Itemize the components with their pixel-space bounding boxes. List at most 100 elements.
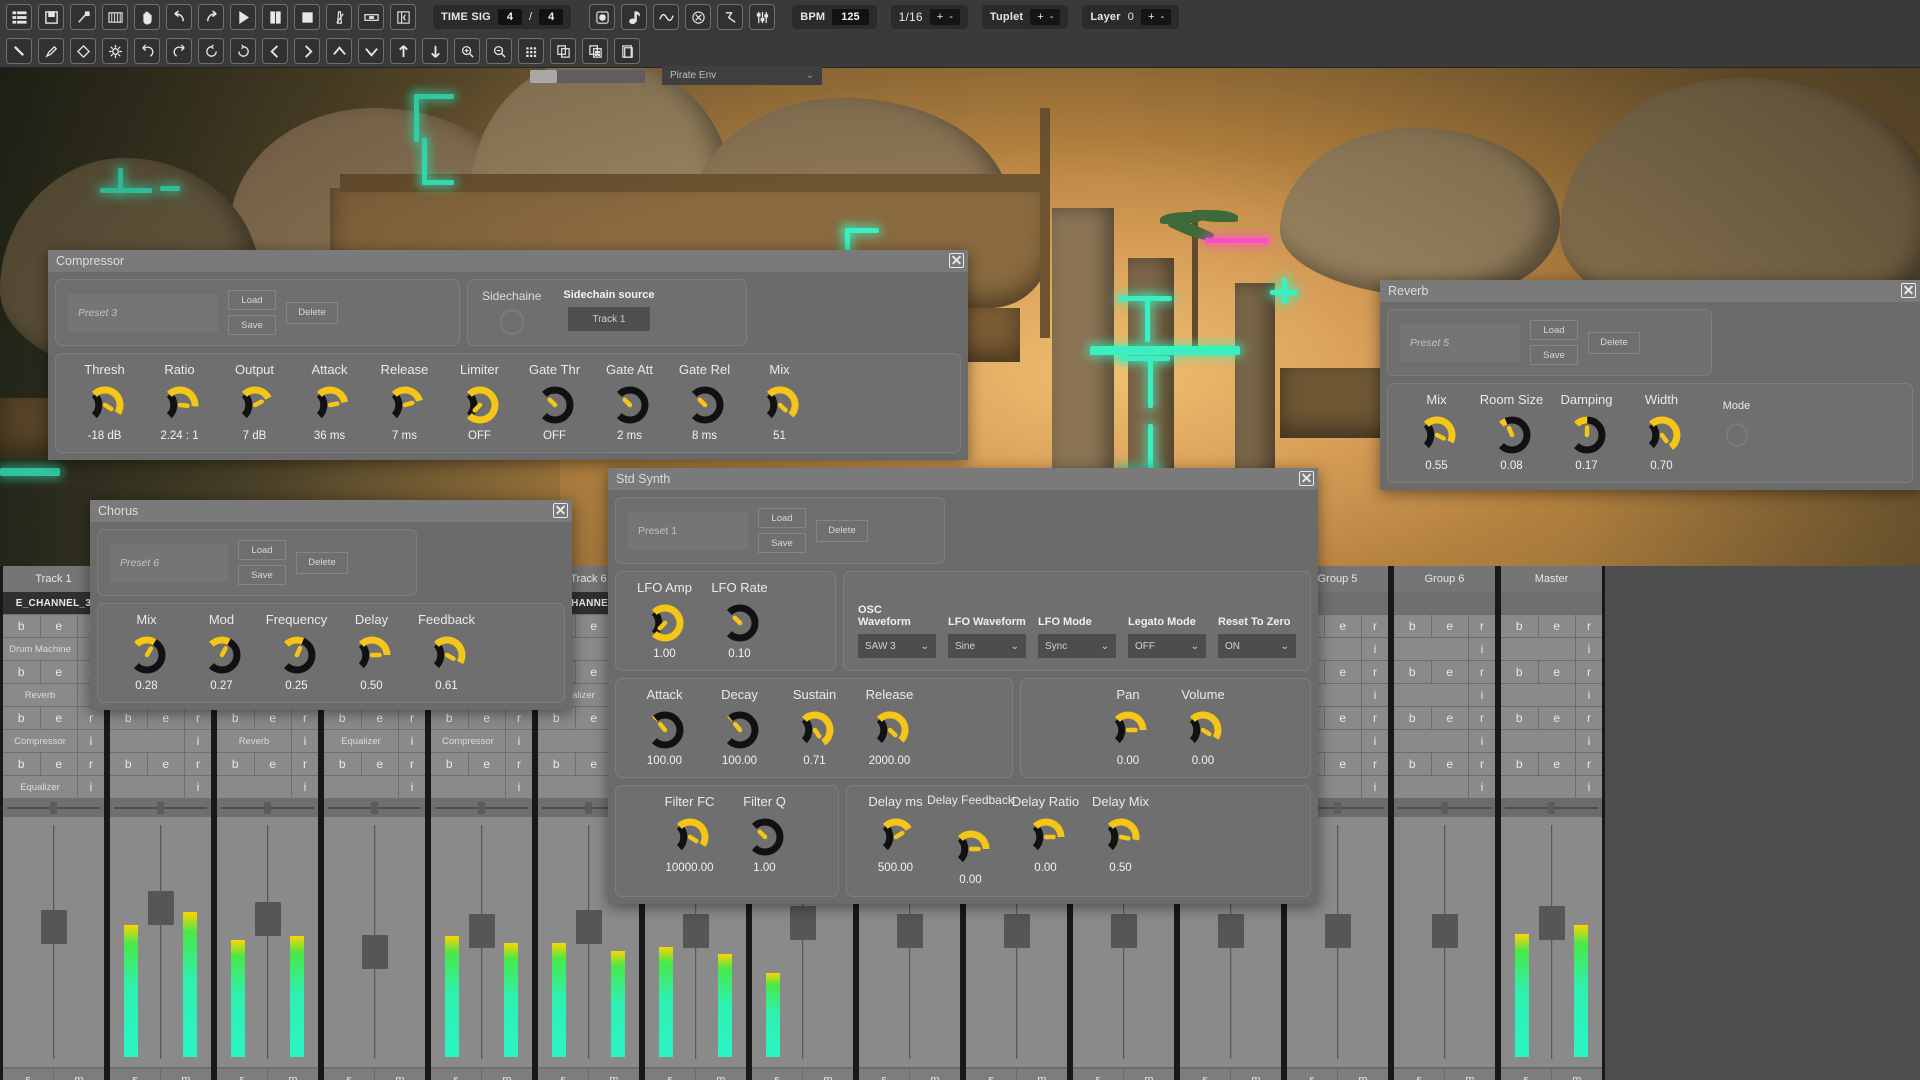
knob-dial[interactable] [352, 633, 392, 677]
fx-insert-button[interactable]: i [78, 730, 104, 752]
fx-bypass-button[interactable]: b [3, 753, 40, 775]
undo-arrow-icon[interactable] [166, 4, 192, 30]
fx-edit-button[interactable]: e [1324, 753, 1361, 775]
volume-fader[interactable] [431, 817, 532, 1067]
fx-bypass-button[interactable]: b [3, 615, 40, 637]
fx-insert-button[interactable]: i [292, 776, 318, 798]
knob-mix[interactable]: Mix 51 [743, 361, 816, 442]
knob-dial[interactable] [235, 383, 275, 427]
fx-edit-button[interactable]: e [254, 753, 291, 775]
fx-edit-button[interactable]: e [147, 753, 184, 775]
knob-dial[interactable] [645, 708, 685, 752]
option-select[interactable]: SAW 3 ⌄ [858, 634, 936, 658]
faders-icon[interactable] [749, 4, 776, 30]
mute-button[interactable]: m [375, 1069, 425, 1080]
solo-button[interactable]: s [645, 1069, 696, 1080]
fx-bypass-button[interactable]: b [1501, 753, 1538, 775]
fx-bypass-button[interactable]: b [538, 707, 575, 729]
fx-remove-button[interactable]: r [78, 753, 104, 775]
fader-handle[interactable] [789, 905, 816, 940]
fx-bypass-button[interactable]: b [110, 707, 147, 729]
fx-insert-button[interactable]: i [1469, 638, 1495, 660]
fader-handle[interactable] [40, 910, 67, 945]
knob-dial[interactable] [1642, 413, 1682, 457]
knob-room-size[interactable]: Room Size 0.08 [1475, 391, 1548, 472]
synth-preset-field[interactable]: Preset 1 [628, 511, 748, 550]
knob-lfo-amp[interactable]: LFO Amp 1.00 [628, 579, 701, 660]
volume-fader[interactable] [110, 817, 211, 1067]
fx-empty-slot[interactable] [1501, 684, 1575, 706]
fx-remove-button[interactable]: r [292, 753, 318, 775]
knob-dial[interactable] [535, 383, 575, 427]
fx-insert-button[interactable]: i [1576, 684, 1602, 706]
volume-fader[interactable] [1501, 817, 1602, 1067]
dotted-select-icon[interactable] [518, 38, 544, 64]
knob-pan[interactable]: Pan 0.00 [1092, 686, 1165, 767]
wave-icon[interactable] [653, 4, 680, 30]
fx-edit-button[interactable]: e [1431, 753, 1468, 775]
fx-bypass-button[interactable]: b [1394, 707, 1431, 729]
compressor-titlebar[interactable]: Compressor [48, 250, 968, 272]
fx-insert-button[interactable]: i [292, 730, 318, 752]
close-icon[interactable] [1299, 471, 1314, 486]
knob-dial[interactable] [670, 815, 710, 859]
knob-release[interactable]: Release 2000.00 [853, 686, 926, 767]
mute-button[interactable]: m [910, 1069, 960, 1080]
fx-remove-button[interactable]: r [1469, 707, 1495, 729]
fader-handle[interactable] [1003, 914, 1030, 949]
knob-delay-mix[interactable]: Delay Mix 0.50 [1084, 793, 1157, 886]
knob-dial[interactable] [795, 708, 835, 752]
fx-bypass-button[interactable]: b [324, 707, 361, 729]
master-volume-slider[interactable] [530, 70, 645, 83]
mute-button[interactable]: m [1552, 1069, 1602, 1080]
knob-dial[interactable] [1183, 708, 1223, 752]
fader-handle[interactable] [1431, 914, 1458, 949]
fx-edit-button[interactable]: e [1324, 707, 1361, 729]
solo-button[interactable]: s [1287, 1069, 1338, 1080]
fx-insert-button[interactable]: i [506, 776, 532, 798]
knob-thresh[interactable]: Thresh -18 dB [68, 361, 141, 442]
mute-button[interactable]: m [268, 1069, 318, 1080]
mixer-icon[interactable] [70, 4, 96, 30]
eraser-icon[interactable] [70, 38, 96, 64]
fx-edit-button[interactable]: e [1324, 661, 1361, 683]
fx-remove-button[interactable]: r [185, 753, 211, 775]
fx-insert-button[interactable]: i [1362, 776, 1388, 798]
volume-fader[interactable] [1394, 817, 1495, 1067]
fx-insert-button[interactable]: i [185, 776, 211, 798]
synth-window[interactable]: Std Synth Preset 1 Load Save Delete LFO … [608, 468, 1318, 904]
pan-slider[interactable] [110, 801, 211, 815]
knob-mod[interactable]: Mod 0.27 [185, 611, 258, 692]
chevron-down-icon[interactable] [358, 38, 384, 64]
pan-slider[interactable] [324, 801, 425, 815]
knob-dial[interactable] [720, 708, 760, 752]
synth-delete-button[interactable]: Delete [816, 519, 868, 542]
reverb-window[interactable]: Reverb Preset 5 Load Save Delete Mix 0.55… [1380, 280, 1920, 490]
fx-bypass-button[interactable]: b [1501, 707, 1538, 729]
mute-button[interactable]: m [482, 1069, 532, 1080]
grid-icon[interactable] [102, 4, 128, 30]
solo-button[interactable]: s [110, 1069, 161, 1080]
knob-mix[interactable]: Mix 0.28 [110, 611, 183, 692]
volume-fader[interactable] [3, 817, 104, 1067]
fx-remove-button[interactable]: r [1362, 753, 1388, 775]
solo-button[interactable]: s [324, 1069, 375, 1080]
loop-icon[interactable] [390, 4, 416, 30]
fx-remove-button[interactable]: r [1576, 615, 1602, 637]
fx-empty-slot[interactable] [1394, 730, 1468, 752]
sidechain-knob[interactable] [499, 309, 524, 335]
fx-empty-slot[interactable] [110, 730, 184, 752]
pencil-icon[interactable] [38, 38, 64, 64]
fader-handle[interactable] [468, 914, 495, 949]
fx-remove-button[interactable]: r [78, 707, 104, 729]
mute-button[interactable]: m [696, 1069, 746, 1080]
fx-bypass-button[interactable]: b [3, 661, 40, 683]
fx-bypass-button[interactable]: b [217, 707, 254, 729]
mixer-channel-select[interactable] [1501, 592, 1602, 614]
option-select[interactable]: Sine ⌄ [948, 634, 1026, 658]
sidechain-source-select[interactable]: Track 1 [567, 307, 650, 331]
fx-edit-button[interactable]: e [575, 661, 612, 683]
fx-name[interactable]: Equalizer [324, 730, 398, 752]
knob-limiter[interactable]: Limiter OFF [443, 361, 516, 442]
fx-insert-button[interactable]: i [1576, 730, 1602, 752]
